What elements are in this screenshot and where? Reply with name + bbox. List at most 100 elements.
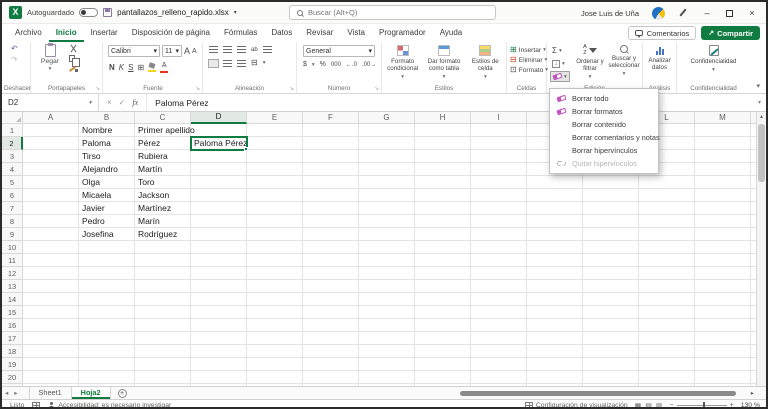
cell-d16[interactable] xyxy=(191,319,247,332)
cell-b18[interactable] xyxy=(79,345,135,358)
cell-e17[interactable] xyxy=(247,332,303,345)
sort-filter-button[interactable]: AZ Ordenar y filtrar ▾ xyxy=(573,43,607,80)
cell-j6[interactable] xyxy=(527,189,583,202)
cell-c18[interactable] xyxy=(135,345,191,358)
cell-h7[interactable] xyxy=(415,202,471,215)
tab-archivo[interactable]: Archivo xyxy=(8,24,49,42)
align-center-icon[interactable] xyxy=(223,60,232,67)
horizontal-scrollbar[interactable] xyxy=(457,390,744,397)
cell-a9[interactable] xyxy=(23,228,79,241)
cell-m20[interactable] xyxy=(695,371,751,384)
cell-m14[interactable] xyxy=(695,293,751,306)
cell-i10[interactable] xyxy=(471,241,527,254)
formula-bar-expand-icon[interactable]: ▾ xyxy=(758,99,761,106)
cell-c6[interactable]: Jackson xyxy=(135,189,191,202)
align-middle-icon[interactable] xyxy=(223,46,232,53)
cell-l16[interactable] xyxy=(639,319,695,332)
cell-c12[interactable] xyxy=(135,267,191,280)
cell-f8[interactable] xyxy=(303,215,359,228)
cell-d2[interactable]: Paloma Pérez xyxy=(191,137,247,150)
cell-g13[interactable] xyxy=(359,280,415,293)
cell-h4[interactable] xyxy=(415,163,471,176)
number-format-select[interactable]: General ▾ xyxy=(303,45,375,57)
italic-button[interactable]: K xyxy=(119,64,124,72)
cell-g12[interactable] xyxy=(359,267,415,280)
bold-button[interactable]: N xyxy=(109,64,115,72)
share-button[interactable]: ↗ Compartir xyxy=(701,26,760,40)
cell-j19[interactable] xyxy=(527,358,583,371)
save-icon[interactable] xyxy=(103,8,112,17)
cell-d20[interactable] xyxy=(191,371,247,384)
cell-e9[interactable] xyxy=(247,228,303,241)
cell-c17[interactable] xyxy=(135,332,191,345)
cell-k12[interactable] xyxy=(583,267,639,280)
cell-m9[interactable] xyxy=(695,228,751,241)
column-header-g[interactable]: G xyxy=(359,112,415,124)
delete-cells-button[interactable]: ⊟Eliminar▾ xyxy=(510,56,546,64)
row-header-20[interactable]: 20 xyxy=(2,371,23,384)
cell-k11[interactable] xyxy=(583,254,639,267)
cell-i20[interactable] xyxy=(471,371,527,384)
cell-k5[interactable] xyxy=(583,176,639,189)
cell-h1[interactable] xyxy=(415,124,471,137)
cell-k13[interactable] xyxy=(583,280,639,293)
cell-i2[interactable] xyxy=(471,137,527,150)
tab-revisar[interactable]: Revisar xyxy=(299,24,340,42)
comments-button[interactable]: Comentarios xyxy=(628,26,697,40)
row-header-1[interactable]: 1 xyxy=(2,124,23,137)
cell-h8[interactable] xyxy=(415,215,471,228)
column-header-a[interactable]: A xyxy=(23,112,79,124)
avatar[interactable] xyxy=(652,7,665,20)
cell-d10[interactable] xyxy=(191,241,247,254)
cell-e2[interactable] xyxy=(247,137,303,150)
cell-d12[interactable] xyxy=(191,267,247,280)
cell-m2[interactable] xyxy=(695,137,751,150)
cell-b7[interactable]: Javier xyxy=(79,202,135,215)
cell-k6[interactable] xyxy=(583,189,639,202)
cell-f20[interactable] xyxy=(303,371,359,384)
cell-e7[interactable] xyxy=(247,202,303,215)
cell-h17[interactable] xyxy=(415,332,471,345)
cell-c14[interactable] xyxy=(135,293,191,306)
cell-h10[interactable] xyxy=(415,241,471,254)
clear-button[interactable]: ▾ xyxy=(550,71,570,82)
view-page-layout-icon[interactable]: ▤ xyxy=(645,402,652,409)
wrap-text-icon[interactable] xyxy=(263,46,272,53)
cell-b3[interactable]: Tirso xyxy=(79,150,135,163)
number-dialog-launcher[interactable]: ↘ xyxy=(374,86,379,92)
cell-e16[interactable] xyxy=(247,319,303,332)
cell-l20[interactable] xyxy=(639,371,695,384)
menu-item-borrar-comentarios-y-notas[interactable]: Borrar comentarios y notas xyxy=(550,131,658,144)
cell-d15[interactable] xyxy=(191,306,247,319)
sheet-tab-hoja2[interactable]: Hoja2 xyxy=(72,387,111,399)
pencil-icon[interactable] xyxy=(678,8,688,18)
cell-h14[interactable] xyxy=(415,293,471,306)
cell-l8[interactable] xyxy=(639,215,695,228)
find-select-button[interactable]: Buscar y seleccionar ▾ xyxy=(607,43,641,80)
cell-b5[interactable]: Olga xyxy=(79,176,135,189)
cell-g6[interactable] xyxy=(359,189,415,202)
thousands-icon[interactable]: 000 xyxy=(331,62,341,68)
cell-l19[interactable] xyxy=(639,358,695,371)
cell-c2[interactable]: Pérez xyxy=(135,137,191,150)
cell-h13[interactable] xyxy=(415,280,471,293)
underline-button[interactable]: S xyxy=(128,64,133,72)
row-header-11[interactable]: 11 xyxy=(2,254,23,267)
cell-i6[interactable] xyxy=(471,189,527,202)
cell-g16[interactable] xyxy=(359,319,415,332)
formula-content[interactable]: Paloma Pérez xyxy=(147,98,208,108)
cell-m19[interactable] xyxy=(695,358,751,371)
cell-j11[interactable] xyxy=(527,254,583,267)
cell-e18[interactable] xyxy=(247,345,303,358)
cell-i5[interactable] xyxy=(471,176,527,189)
tab-datos[interactable]: Datos xyxy=(264,24,299,42)
cell-g9[interactable] xyxy=(359,228,415,241)
sheet-nav-left-icon[interactable]: ◂ xyxy=(2,389,11,397)
cell-l10[interactable] xyxy=(639,241,695,254)
format-as-table-button[interactable]: Dar formato como tabla ▾ xyxy=(423,42,464,86)
cell-a8[interactable] xyxy=(23,215,79,228)
cell-d6[interactable] xyxy=(191,189,247,202)
cell-a12[interactable] xyxy=(23,267,79,280)
merge-dropdown-icon[interactable]: ▾ xyxy=(263,60,266,66)
column-header-m[interactable]: M xyxy=(695,112,751,124)
